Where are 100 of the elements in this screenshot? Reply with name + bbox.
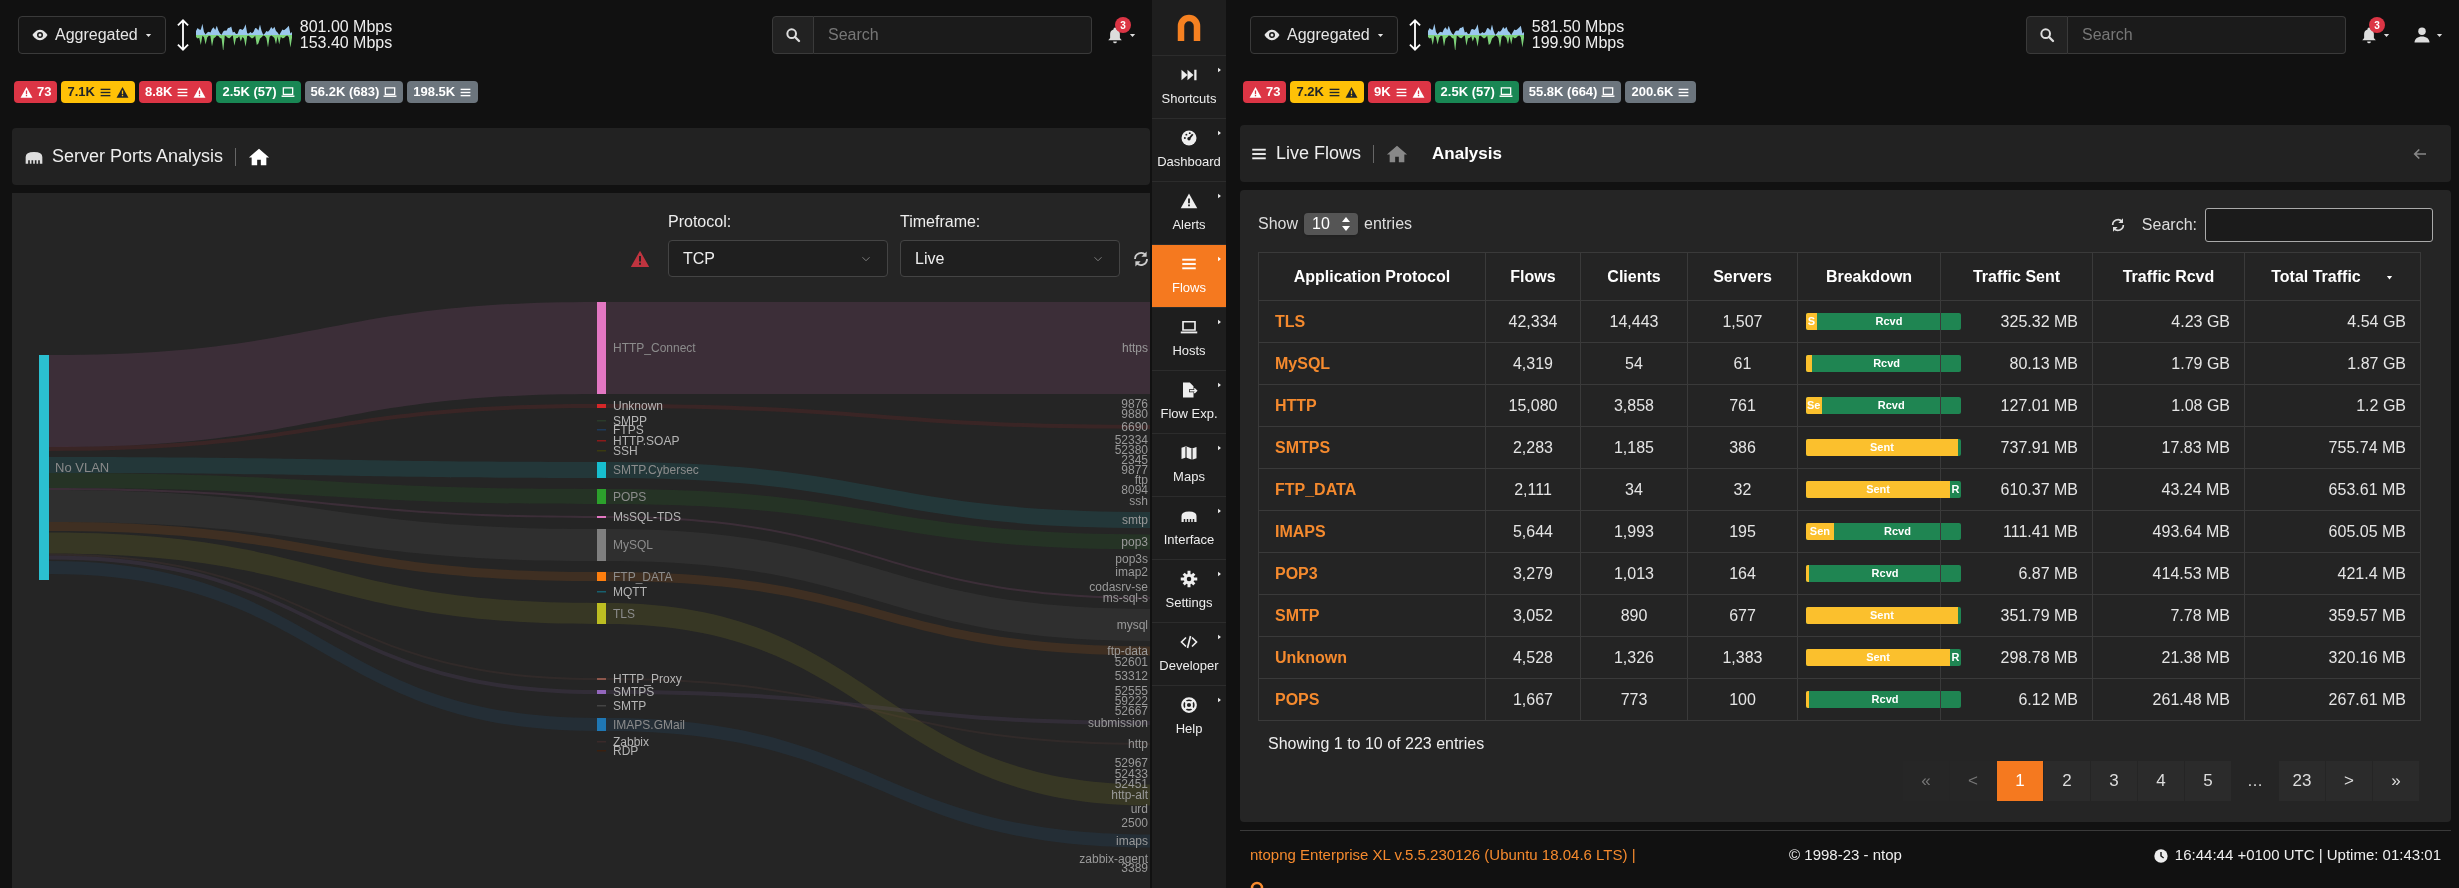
sidebar-item[interactable]: Dashboard [1152, 118, 1226, 181]
column-header[interactable]: Breakdown [1797, 252, 1941, 301]
warning-icon [193, 85, 207, 99]
sidebar-item[interactable]: Hosts [1152, 307, 1226, 370]
sidebar-item[interactable]: Maps [1152, 433, 1226, 496]
alerts-badge[interactable]: 73 [1243, 81, 1287, 103]
search-label: Search: [2141, 215, 2197, 235]
table-cell: 7.78 MB [2092, 594, 2245, 637]
protocol-link[interactable]: HTTP [1275, 396, 1317, 414]
protocol-link[interactable]: SMTP [1275, 606, 1320, 624]
source-label: No VLAN [55, 460, 110, 475]
column-header[interactable]: Flows [1485, 252, 1581, 301]
caret-right-icon [1216, 192, 1223, 200]
column-header[interactable]: Servers [1687, 252, 1798, 301]
refresh-icon[interactable] [1132, 250, 1150, 268]
search-field[interactable]: Search [2068, 16, 2346, 54]
hosts-badge[interactable]: 56.2K (683) [304, 81, 404, 103]
page-button[interactable]: 2 [2044, 761, 2090, 801]
filter-select[interactable]: TCP [668, 240, 888, 277]
filter-select[interactable]: Live [900, 240, 1120, 277]
sent-segment: Sent [1806, 649, 1951, 666]
port-label: 2500 [1121, 816, 1148, 830]
search-field[interactable]: Search [814, 16, 1092, 54]
interface-dropdown[interactable]: Aggregated [18, 16, 166, 54]
table-cell: 4,319 [1485, 342, 1581, 385]
caret-right-icon [1216, 255, 1223, 263]
user-icon[interactable] [2413, 26, 2431, 44]
page-button[interactable]: 3 [2091, 761, 2137, 801]
refresh-icon[interactable] [2109, 217, 2126, 233]
page-button[interactable]: » [2373, 761, 2419, 801]
column-header[interactable]: Traffic Rcvd [2092, 252, 2245, 301]
length-label: Show [1258, 214, 1299, 234]
alerts-badge[interactable]: 73 [14, 81, 58, 103]
protocol-link[interactable]: IMAPS [1275, 522, 1326, 540]
search-button[interactable] [2026, 16, 2068, 54]
table-cell: 32 [1687, 468, 1798, 511]
page-length-select[interactable]: 10 [1304, 213, 1359, 235]
column-header[interactable]: Total Traffic [2244, 252, 2421, 301]
notification-count: 3 [2369, 17, 2385, 33]
filter-label: Timeframe: [900, 212, 982, 232]
sidebar-item[interactable]: Settings [1152, 559, 1226, 622]
page-button[interactable]: 4 [2138, 761, 2184, 801]
table-cell: 3,858 [1580, 384, 1688, 427]
flow-alerts-badge[interactable]: 7.2K [1290, 81, 1364, 103]
table-search-field[interactable] [2205, 208, 2433, 242]
protocol-link[interactable]: SMTPS [1275, 438, 1331, 456]
column-header[interactable]: Application Protocol [1258, 252, 1486, 301]
flow-alerts-badge[interactable]: 8.8K [138, 81, 213, 103]
page-button[interactable]: > [2326, 761, 2372, 801]
hosts-badge[interactable]: 55.8K (664) [1522, 81, 1622, 103]
table-cell: 127.01 MB [1940, 384, 2093, 427]
sidebar-item[interactable]: Shortcuts [1152, 55, 1226, 118]
port-label: http [1128, 737, 1148, 751]
table-cell: 773 [1580, 678, 1688, 721]
sidebar-item[interactable]: Developer [1152, 622, 1226, 685]
sidebar-item[interactable]: Help [1152, 685, 1226, 748]
sidebar-item[interactable]: Flow Exp. [1152, 370, 1226, 433]
search-icon [785, 27, 801, 43]
table-cell: 17.83 MB [2092, 426, 2245, 469]
download-rate: 199.90 Mbps [1531, 35, 1625, 51]
port-label: 6690 [1121, 420, 1148, 434]
page-button[interactable]: 23 [2279, 761, 2325, 801]
table-cell: 386 [1687, 426, 1798, 469]
table-cell: 1,185 [1580, 426, 1688, 469]
hosts-badge[interactable]: 2.5K (57) [1434, 81, 1519, 103]
caret-right-icon [1216, 129, 1223, 137]
protocol-link[interactable]: Unknown [1275, 648, 1347, 666]
table-cell: 320.16 MB [2244, 636, 2421, 679]
laptop-icon [280, 85, 295, 99]
table-cell: 325.32 MB [1940, 300, 2093, 343]
sidebar-item[interactable]: Interface [1152, 496, 1226, 559]
flow-alerts-badge[interactable]: 7.1K [61, 81, 135, 103]
protocol-link[interactable]: POPS [1275, 690, 1320, 708]
table-cell: 15,080 [1485, 384, 1581, 427]
search-icon [2039, 27, 2055, 43]
pagination-ellipsis: … [2246, 771, 2264, 791]
footer-version: ntopng Enterprise XL v.5.5.230126 (Ubuntu 18.04.6 LTS) | [1250, 845, 1637, 866]
up-down-arrow-icon [175, 18, 190, 52]
flows-badge[interactable]: 198.5K [407, 81, 479, 103]
protocol-link[interactable]: MySQL [1275, 354, 1331, 372]
protocol-link[interactable]: FTP_DATA [1275, 480, 1357, 498]
logo-icon[interactable] [1177, 13, 1201, 42]
page-button[interactable]: 5 [2185, 761, 2231, 801]
flows-badge[interactable]: 200.6K [1625, 81, 1697, 103]
section-link[interactable]: Live Flows [1276, 140, 1362, 167]
sent-segment: Sent [1806, 607, 1958, 624]
protocol-link[interactable]: TLS [1275, 312, 1306, 330]
search-button[interactable] [772, 16, 814, 54]
protocol-link[interactable]: POP3 [1275, 564, 1318, 582]
flow-alerts-badge[interactable]: 9K [1367, 81, 1431, 103]
table-cell: 43.24 MB [2092, 468, 2245, 511]
upload-rate: 581.50 Mbps [1531, 19, 1625, 35]
column-header[interactable]: Clients [1580, 252, 1688, 301]
port-label: ms-sql-s [1102, 591, 1148, 605]
hosts-badge[interactable]: 2.5K (57) [216, 81, 301, 103]
caret-right-icon [1216, 633, 1223, 641]
caret-right-icon [1216, 570, 1223, 578]
ring-icon[interactable] [1250, 881, 1264, 888]
column-header[interactable]: Traffic Sent [1940, 252, 2093, 301]
interface-dropdown[interactable]: Aggregated [1250, 16, 1398, 54]
